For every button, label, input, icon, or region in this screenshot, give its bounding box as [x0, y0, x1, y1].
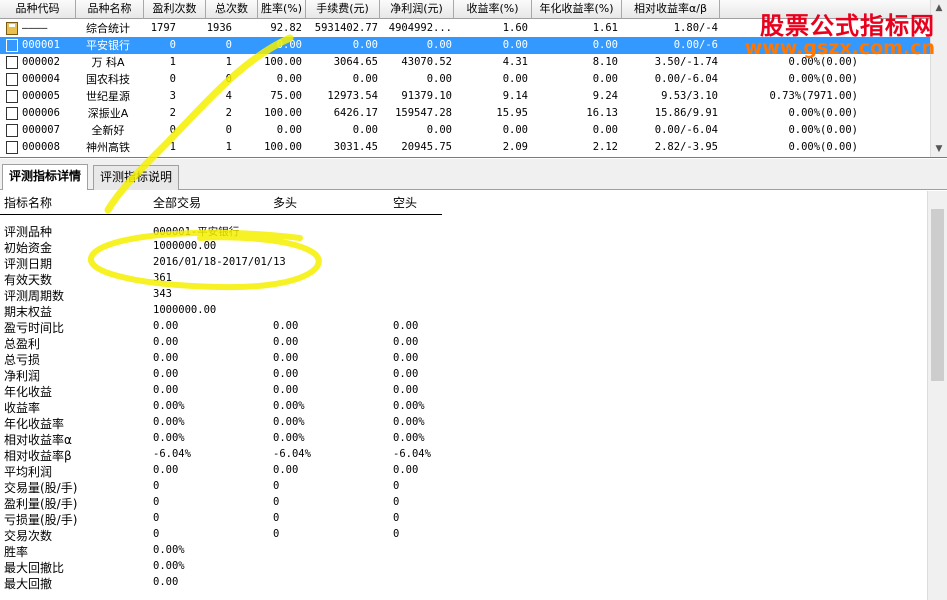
- annotation-stroke: [104, 34, 294, 214]
- annotation-overlay: [87, 34, 322, 291]
- annotation-loop: [87, 229, 322, 291]
